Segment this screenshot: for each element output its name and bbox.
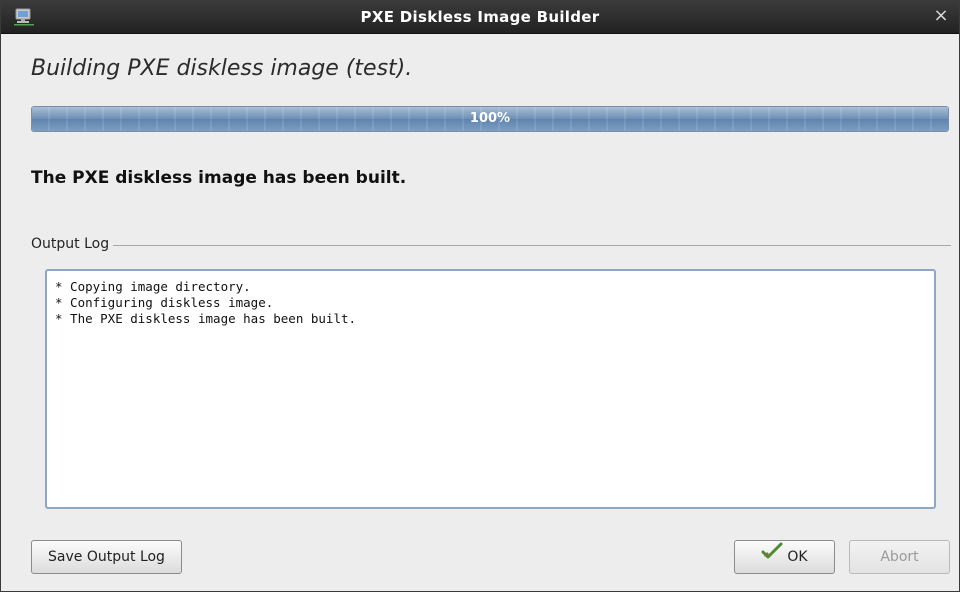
page-title: Building PXE diskless image (test). bbox=[31, 56, 413, 81]
ok-label: OK bbox=[787, 549, 808, 565]
log-line: * The PXE diskless image has been built. bbox=[55, 311, 357, 326]
progress-bar: 100% bbox=[31, 106, 949, 132]
output-log-text-area[interactable]: * Copying image directory. * Configuring… bbox=[45, 269, 936, 509]
output-log-group: Output Log bbox=[31, 236, 951, 256]
checkmark-pen-icon bbox=[761, 540, 783, 572]
log-line: * Configuring diskless image. bbox=[55, 295, 274, 310]
close-icon[interactable]: × bbox=[931, 6, 951, 26]
abort-button[interactable]: Abort bbox=[849, 540, 950, 574]
dialog-window: PXE Diskless Image Builder × Building PX… bbox=[0, 0, 960, 592]
ok-button[interactable]: OK bbox=[734, 540, 835, 574]
group-divider bbox=[31, 245, 951, 246]
window-title: PXE Diskless Image Builder bbox=[360, 8, 600, 26]
output-log-label: Output Log bbox=[31, 236, 114, 252]
status-message: The PXE diskless image has been built. bbox=[31, 168, 407, 188]
log-line: * Copying image directory. bbox=[55, 279, 251, 294]
save-output-log-button[interactable]: Save Output Log bbox=[31, 540, 182, 574]
title-bar[interactable]: PXE Diskless Image Builder × bbox=[1, 0, 959, 34]
progress-label: 100% bbox=[469, 111, 511, 126]
